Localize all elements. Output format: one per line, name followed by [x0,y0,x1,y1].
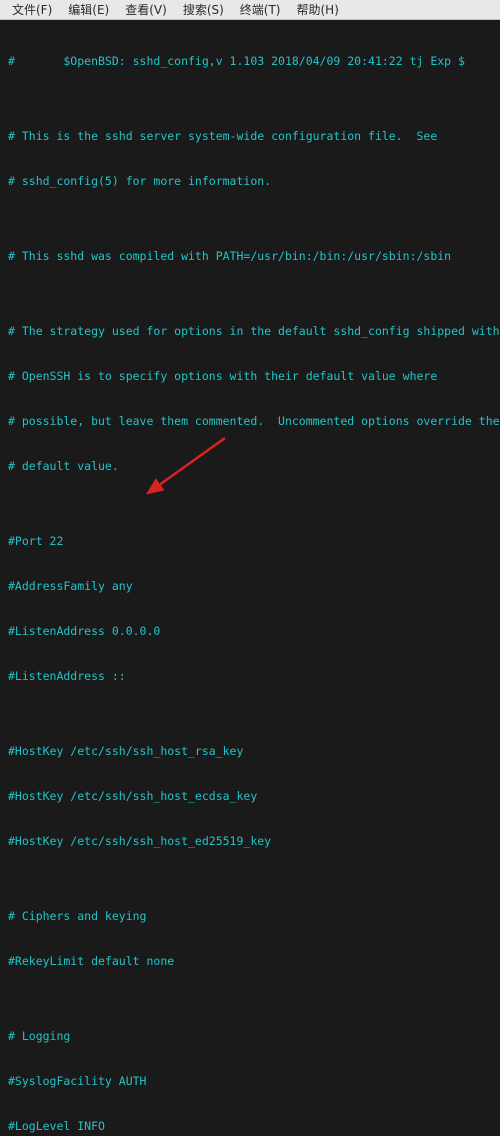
code-line: # OpenSSH is to specify options with the… [8,369,492,384]
code-line: #RekeyLimit default none [8,954,492,969]
menu-edit[interactable]: 编辑(E) [60,0,117,20]
menubar: 文件(F) 编辑(E) 查看(V) 搜索(S) 终端(T) 帮助(H) [0,0,500,20]
code-line: # This is the sshd server system-wide co… [8,129,492,144]
code-line: #AddressFamily any [8,579,492,594]
menu-help[interactable]: 帮助(H) [289,0,347,20]
code-line: #ListenAddress 0.0.0.0 [8,624,492,639]
menu-terminal[interactable]: 终端(T) [232,0,289,20]
code-line: # Logging [8,1029,492,1044]
code-line: #ListenAddress :: [8,669,492,684]
code-line: # This sshd was compiled with PATH=/usr/… [8,249,492,264]
code-line: # default value. [8,459,492,474]
code-line: #SyslogFacility AUTH [8,1074,492,1089]
editor-area[interactable]: # $OpenBSD: sshd_config,v 1.103 2018/04/… [0,20,500,1136]
code-line: # Ciphers and keying [8,909,492,924]
code-line: # $OpenBSD: sshd_config,v 1.103 2018/04/… [8,54,492,69]
code-line: # The strategy used for options in the d… [8,324,492,339]
code-line: #Port 22 [8,534,492,549]
menu-search[interactable]: 搜索(S) [175,0,232,20]
code-line: # possible, but leave them commented. Un… [8,414,492,429]
code-line: #HostKey /etc/ssh/ssh_host_ed25519_key [8,834,492,849]
code-line: #HostKey /etc/ssh/ssh_host_ecdsa_key [8,789,492,804]
menu-file[interactable]: 文件(F) [4,0,60,20]
code-line: # sshd_config(5) for more information. [8,174,492,189]
code-line: #HostKey /etc/ssh/ssh_host_rsa_key [8,744,492,759]
menu-view[interactable]: 查看(V) [117,0,175,20]
code-line: #LogLevel INFO [8,1119,492,1134]
